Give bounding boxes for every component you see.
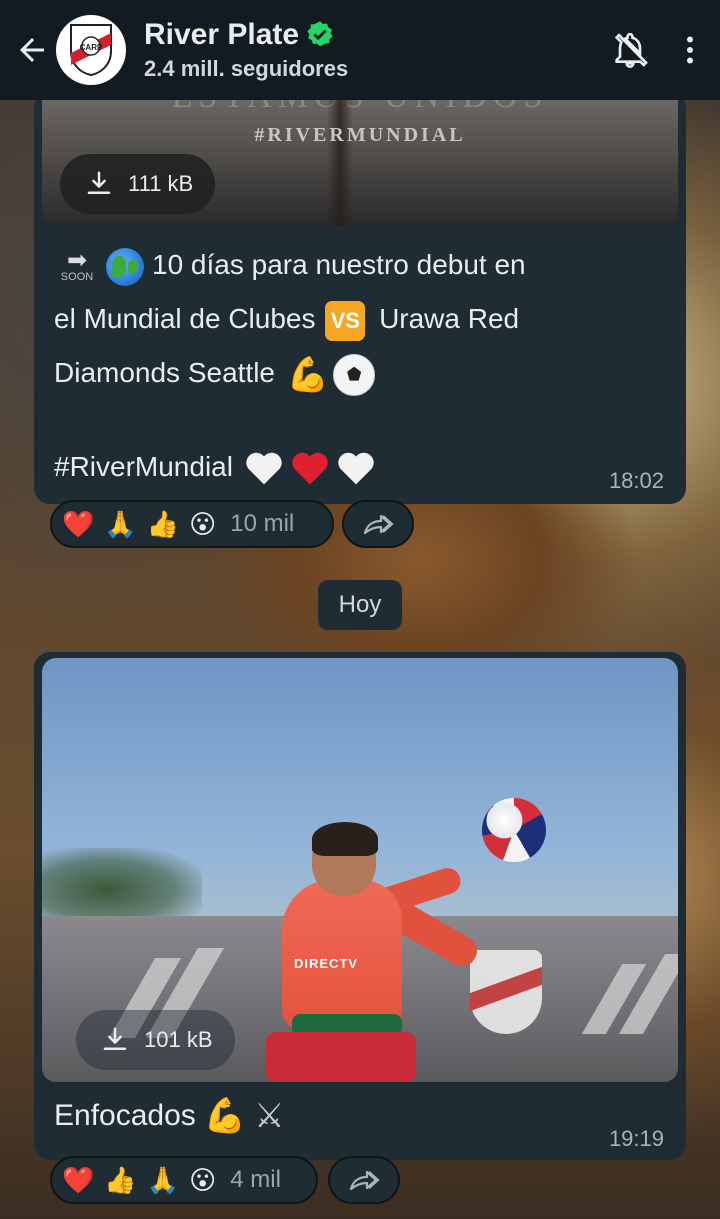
photo-player [266, 1032, 416, 1082]
more-options-button[interactable] [660, 0, 720, 100]
chat-header: CARP River Plate 2.4 mill. seguidores [0, 0, 720, 100]
message-text: Enfocados 💪 ⚔ [54, 1096, 285, 1136]
photo-ball [482, 798, 546, 862]
white-heart-icon [336, 450, 376, 486]
mute-button[interactable] [600, 0, 660, 100]
arrow-left-icon [20, 38, 44, 62]
forward-button[interactable] [342, 500, 414, 548]
reaction-pray[interactable]: 🙏 [104, 511, 136, 537]
bell-off-icon [614, 32, 648, 69]
reaction-thumbs-up[interactable]: 👍 [104, 1167, 136, 1193]
crossed-swords-icon: ⚔ [254, 1097, 285, 1135]
reaction-pray[interactable]: 🙏 [147, 1167, 179, 1193]
message-line-2b: Urawa Red [379, 303, 520, 334]
message-text: ➡ SOON 10 días para nuestro debut en el … [54, 238, 614, 494]
river-plate-crest-icon: CARP [70, 24, 112, 77]
hashtag-link[interactable]: #RiverMundial [54, 451, 233, 482]
more-vertical-icon [687, 36, 693, 64]
photo-player [312, 822, 378, 856]
message-bubble[interactable]: ESTAMOS UNIDOS #RIVERMUNDIAL 111 kB ➡ SO… [34, 92, 686, 504]
soon-arrow-icon: ➡ SOON [60, 246, 94, 283]
verified-check-icon [307, 21, 333, 47]
followers-count: 2.4 mill. seguidores [144, 56, 349, 81]
channel-name[interactable]: River Plate [144, 18, 299, 52]
svg-text:CARP: CARP [80, 43, 103, 52]
jersey-text: DIRECTV [294, 956, 359, 971]
download-icon [87, 171, 111, 194]
download-size: 101 kB [144, 1027, 213, 1052]
flexed-biceps-icon: 💪 [203, 1097, 247, 1135]
reaction-heart[interactable]: ❤️ [62, 1167, 94, 1193]
red-heart-icon [290, 450, 330, 486]
forward-button[interactable] [328, 1156, 400, 1204]
download-button[interactable]: 111 kB [60, 154, 216, 214]
reaction-thumbs-up[interactable]: 👍 [147, 511, 179, 537]
message-line-3: Diamonds Seattle [54, 357, 276, 388]
forward-icon [363, 514, 394, 535]
reactions-bar[interactable]: ❤️ 🙏 👍 😮 10 mil [50, 500, 334, 548]
reaction-surprised[interactable]: 😮 [189, 1167, 216, 1193]
message-line-1: 10 días para nuestro debut en [152, 249, 526, 280]
date-separator: Hoy [318, 580, 402, 630]
forward-icon [349, 1170, 380, 1191]
media-hashtag: #RIVERMUNDIAL [254, 124, 466, 146]
message-time: 18:02 [608, 468, 664, 493]
reaction-count: 10 mil [230, 510, 295, 537]
photo-player [282, 880, 402, 1030]
photo-trees [42, 848, 202, 918]
media-decoration [327, 92, 353, 226]
download-button[interactable]: 101 kB [76, 1010, 235, 1070]
download-size: 111 kB [128, 171, 194, 196]
message-time: 19:19 [608, 1126, 664, 1151]
message-caption: Enfocados [54, 1099, 196, 1132]
reaction-surprised[interactable]: 😮 [189, 511, 216, 537]
globe-icon [106, 247, 144, 286]
message-bubble[interactable]: DIRECTV 101 kB Enfocados 💪 ⚔ 19:19 [34, 652, 686, 1160]
photo-preview[interactable]: DIRECTV 101 kB [42, 658, 678, 1082]
soccer-ball-icon [333, 353, 376, 396]
flexed-biceps-icon: 💪 [286, 355, 330, 394]
reactions-bar[interactable]: ❤️ 👍 🙏 😮 4 mil [50, 1156, 318, 1204]
photo-crest [470, 950, 542, 1034]
back-button[interactable] [2, 0, 62, 100]
vs-icon: VS [325, 300, 366, 341]
reaction-count: 4 mil [230, 1166, 281, 1193]
channel-avatar[interactable]: CARP [56, 15, 126, 85]
reaction-heart[interactable]: ❤️ [62, 511, 94, 537]
message-line-2a: el Mundial de Clubes [54, 303, 316, 334]
download-icon [103, 1027, 127, 1050]
media-preview[interactable]: ESTAMOS UNIDOS #RIVERMUNDIAL 111 kB [42, 92, 678, 226]
white-heart-icon [244, 450, 284, 486]
